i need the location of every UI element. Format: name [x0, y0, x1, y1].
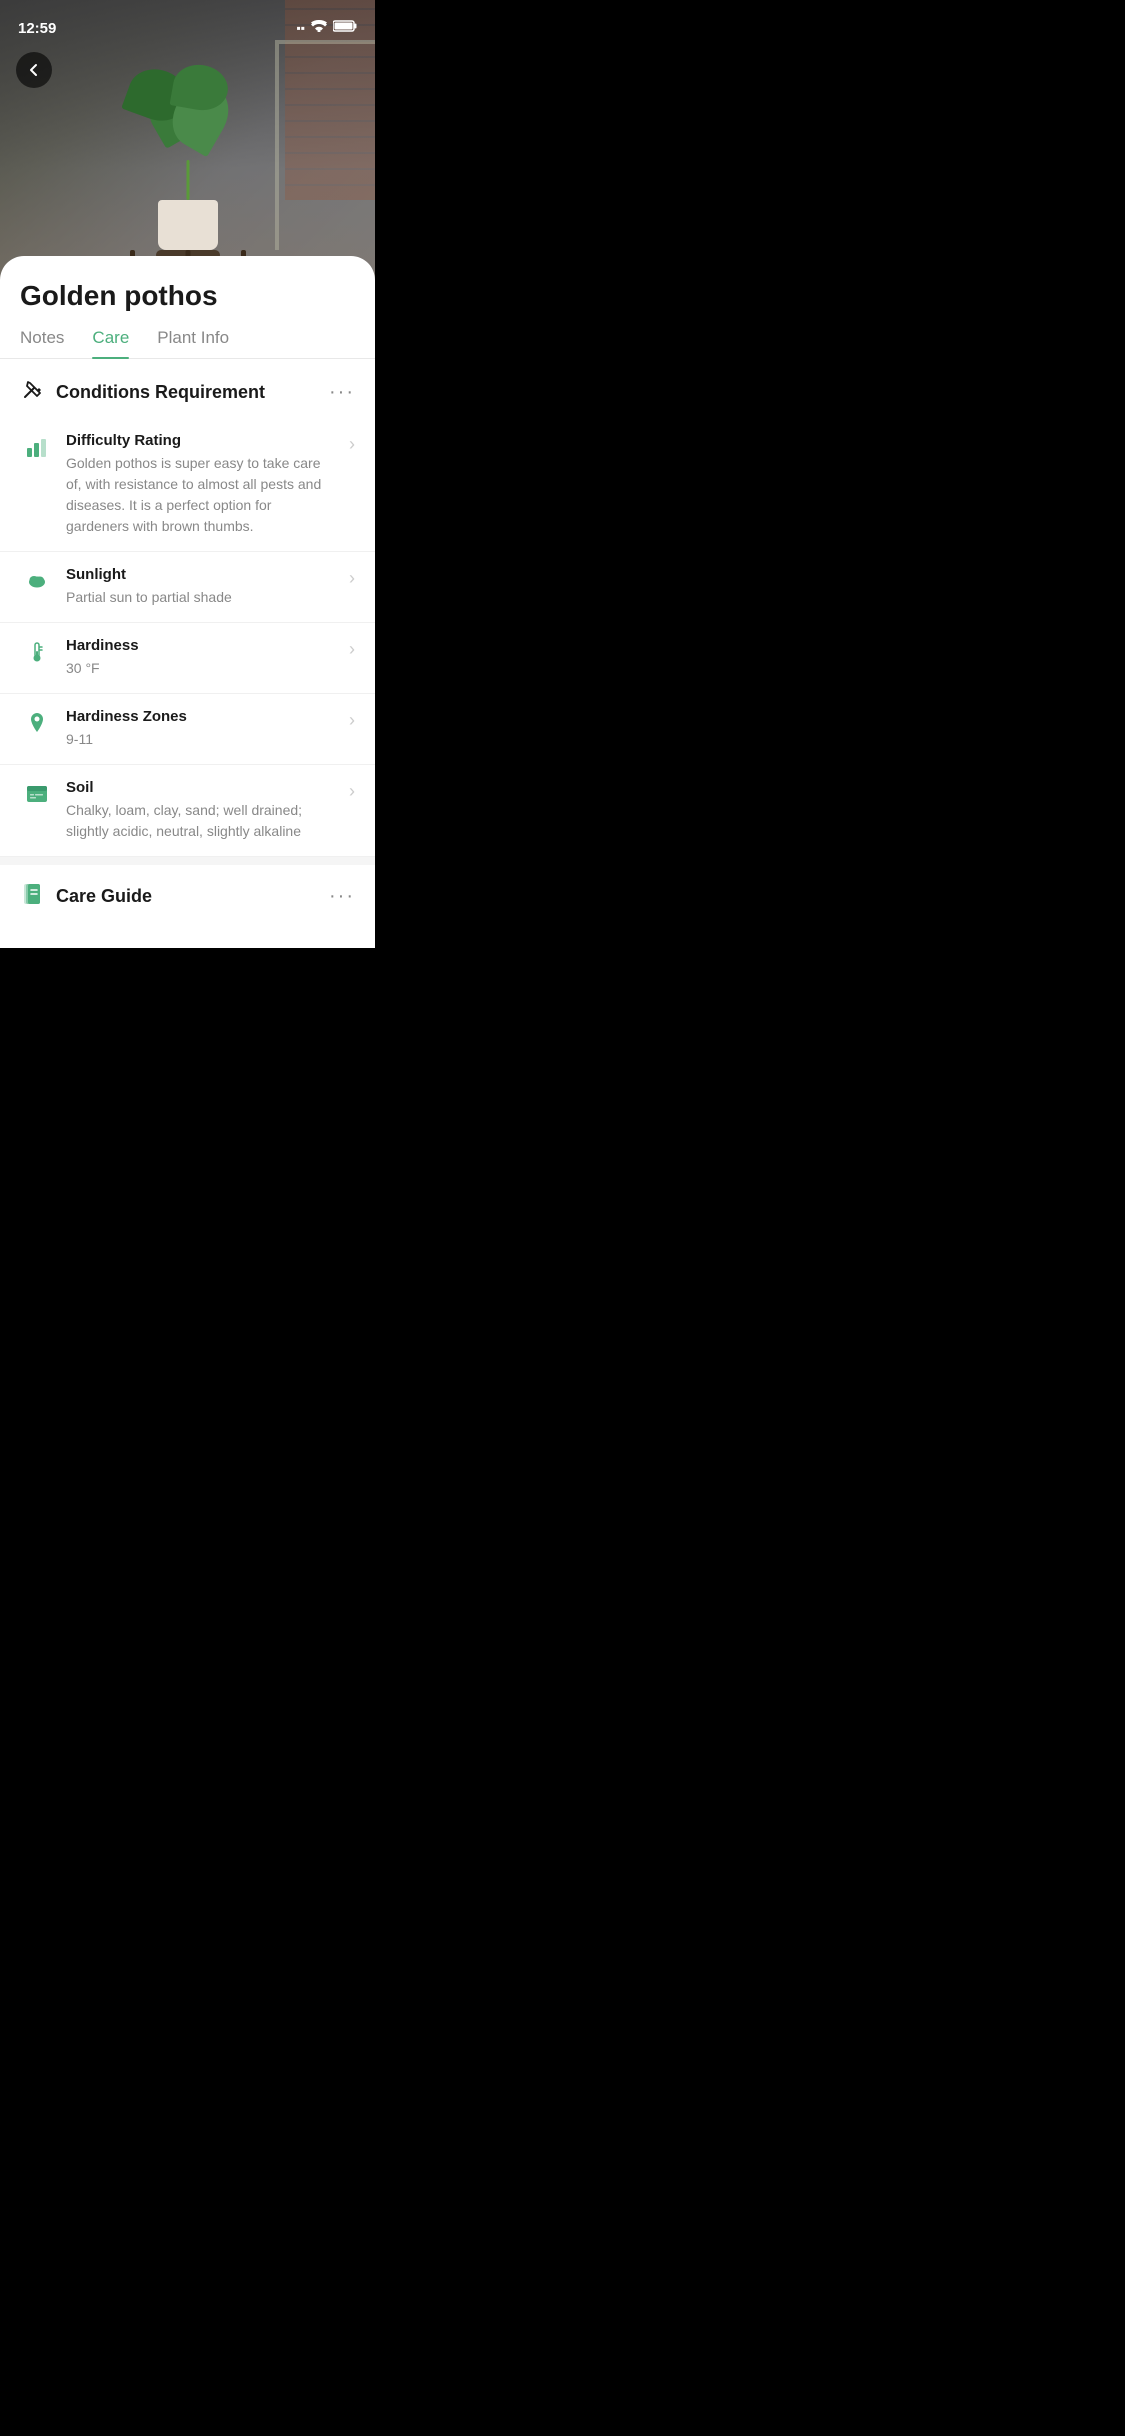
sunlight-content: Sunlight Partial sun to partial shade: [66, 566, 337, 608]
care-content: Conditions Requirement ··· Difficulty Ra…: [0, 359, 375, 948]
difficulty-arrow: ›: [349, 434, 355, 455]
difficulty-content: Difficulty Rating Golden pothos is super…: [66, 432, 337, 537]
sunlight-item[interactable]: Sunlight Partial sun to partial shade ›: [0, 552, 375, 623]
chart-icon: [20, 434, 54, 460]
thermometer-icon: [20, 639, 54, 665]
soil-title: Soil: [66, 779, 337, 796]
tabs-container: Notes Care Plant Info: [0, 328, 375, 359]
difficulty-desc: Golden pothos is super easy to take care…: [66, 453, 337, 537]
window-frame: [275, 40, 375, 250]
section-divider: [0, 857, 375, 865]
tab-care[interactable]: Care: [92, 328, 129, 358]
wifi-icon: [311, 19, 327, 37]
soil-item[interactable]: Soil Chalky, loam, clay, sand; well drai…: [0, 765, 375, 857]
hardiness-zones-item[interactable]: Hardiness Zones 9-11 ›: [0, 694, 375, 765]
soil-arrow: ›: [349, 781, 355, 802]
hardiness-item[interactable]: Hardiness 30 °F ›: [0, 623, 375, 694]
sunlight-desc: Partial sun to partial shade: [66, 587, 337, 608]
book-icon: [20, 881, 46, 912]
soil-icon: [20, 781, 54, 807]
conditions-title: Conditions Requirement: [56, 382, 265, 403]
hardiness-arrow: ›: [349, 639, 355, 660]
soil-desc: Chalky, loam, clay, sand; well drained; …: [66, 800, 337, 842]
conditions-section-header: Conditions Requirement ···: [0, 359, 375, 418]
soil-content: Soil Chalky, loam, clay, sand; well drai…: [66, 779, 337, 842]
tab-plant-info[interactable]: Plant Info: [157, 328, 229, 358]
battery-icon: [333, 19, 357, 37]
hardiness-desc: 30 °F: [66, 658, 337, 679]
location-icon: [20, 710, 54, 736]
trowel-icon: [20, 377, 46, 408]
content-card: Golden pothos Notes Care Plant Info Cond…: [0, 256, 375, 948]
back-button[interactable]: [16, 52, 52, 88]
hardiness-zones-desc: 9-11: [66, 729, 337, 750]
status-time: 12:59: [18, 20, 56, 37]
care-guide-title: Care Guide: [56, 886, 152, 907]
sunlight-arrow: ›: [349, 568, 355, 589]
sunlight-title: Sunlight: [66, 566, 337, 583]
cloud-icon: [20, 568, 54, 594]
tab-notes[interactable]: Notes: [20, 328, 64, 358]
status-icons: ▪▪: [296, 19, 357, 37]
hardiness-content: Hardiness 30 °F: [66, 637, 337, 679]
hardiness-zones-arrow: ›: [349, 710, 355, 731]
difficulty-title: Difficulty Rating: [66, 432, 337, 449]
conditions-more-button[interactable]: ···: [329, 381, 355, 404]
plant-illustration: [118, 60, 258, 250]
hardiness-zones-content: Hardiness Zones 9-11: [66, 708, 337, 750]
hardiness-zones-title: Hardiness Zones: [66, 708, 337, 725]
difficulty-item[interactable]: Difficulty Rating Golden pothos is super…: [0, 418, 375, 552]
signal-icon: ▪▪: [296, 21, 305, 35]
status-bar: 12:59 ▪▪: [0, 0, 375, 44]
hardiness-title: Hardiness: [66, 637, 337, 654]
care-guide-more-button[interactable]: ···: [329, 885, 355, 908]
care-guide-header: Care Guide ···: [0, 865, 375, 928]
plant-title: Golden pothos: [0, 256, 375, 328]
